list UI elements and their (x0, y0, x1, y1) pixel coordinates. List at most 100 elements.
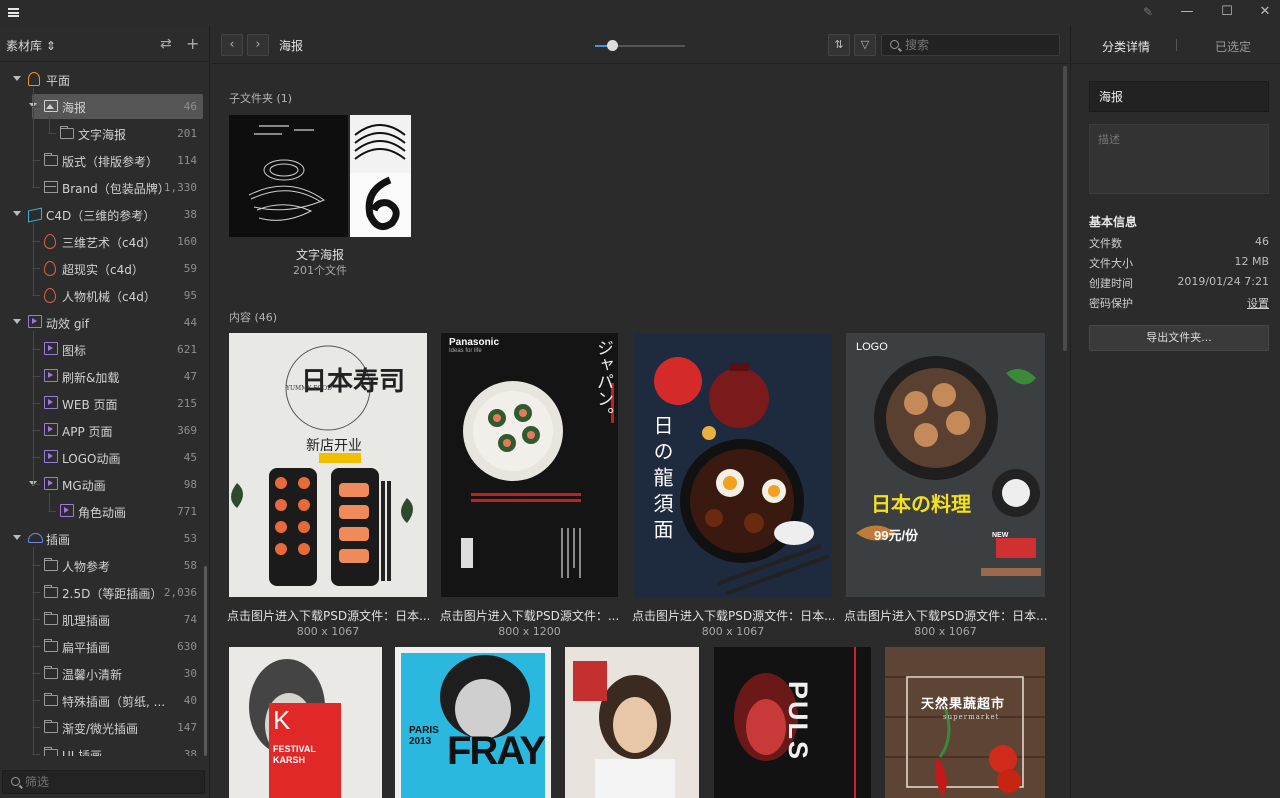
info-key: 创建时间 (1089, 277, 1133, 290)
brand-icon (44, 181, 58, 193)
close-icon[interactable]: ✕ (1255, 3, 1275, 21)
search-field[interactable] (881, 34, 1060, 56)
tree-item[interactable]: 渐变/微光插画 147 (0, 714, 210, 741)
cube-icon (28, 207, 42, 223)
asset-caption: 点击图片进入下载PSD源文件：日本... (227, 609, 429, 623)
tree-item[interactable]: 海报 46 (0, 93, 210, 120)
asset-thumb[interactable] (565, 647, 699, 798)
tree-guide-line (49, 115, 50, 133)
poster-t1: PARIS (409, 725, 439, 736)
poster-brand: Panasonic (449, 337, 500, 348)
tree-item-count: 2,036 (163, 586, 197, 599)
add-icon[interactable]: + (186, 35, 199, 53)
tree-guide-line (33, 331, 34, 484)
asset-thumb[interactable]: PARIS 2013 FRAY (395, 647, 551, 798)
info-key: 文件数 (1089, 237, 1122, 250)
info-row-created: 创建时间 2019/01/24 7:21 (1089, 275, 1269, 293)
tree-item[interactable]: 角色动画 771 (0, 498, 210, 525)
minimize-icon[interactable]: — (1177, 3, 1197, 21)
poster-t1: FESTIVAL (273, 744, 316, 754)
tab-folder-details[interactable]: 分类详情 (1102, 38, 1150, 55)
export-folder-button[interactable]: 导出文件夹... (1089, 325, 1269, 351)
tree-item[interactable]: Brand（包装品牌） 1,330 (0, 174, 210, 201)
zoom-slider-knob[interactable] (607, 40, 619, 51)
expand-arrow-icon[interactable] (13, 76, 21, 81)
filter-button[interactable]: ▽ (854, 34, 876, 56)
back-button[interactable]: ‹ (221, 34, 243, 56)
expand-arrow-icon[interactable] (13, 535, 21, 540)
tree-item[interactable]: 插画 53 (0, 525, 210, 552)
tree-item[interactable]: 文字海报 201 (0, 120, 210, 147)
tree-item[interactable]: 三维艺术（c4d） 160 (0, 228, 210, 255)
password-set-link[interactable]: 设置 (1247, 295, 1269, 311)
tree-item-label: 刷新&加载 (62, 371, 120, 385)
tree-item[interactable]: 动效 gif 44 (0, 309, 210, 336)
tab-selected[interactable]: 已选定 (1215, 38, 1251, 55)
tab-divider (1176, 39, 1177, 51)
search-input[interactable] (905, 38, 1055, 52)
play-icon (44, 423, 58, 436)
tree-item-count: 114 (177, 154, 197, 167)
tree-item[interactable]: APP 页面 369 (0, 417, 210, 444)
tree-item[interactable]: 特殊插画（剪纸, ... 40 (0, 687, 210, 714)
tree-guide-line (48, 511, 56, 512)
tree-item[interactable]: 人物机械（c4d） 95 (0, 282, 210, 309)
expand-arrow-icon[interactable] (13, 319, 21, 324)
library-switcher[interactable]: 素材库 ⇕ (6, 37, 56, 54)
folder-icon (44, 747, 58, 756)
tree-item-label: WEB 页面 (62, 398, 118, 412)
hamburger-icon[interactable] (8, 8, 19, 17)
tree-item[interactable]: 2.5D（等距插画） 2,036 (0, 579, 210, 606)
tree-item[interactable]: MG动画 98 (0, 471, 210, 498)
tree-item-count: 45 (183, 451, 197, 464)
poster-price: 99元/份 (874, 528, 919, 543)
play-icon (44, 450, 58, 463)
tree-item-count: 47 (183, 370, 197, 383)
tree-item[interactable]: 超现实（c4d） 59 (0, 255, 210, 282)
tree-item[interactable]: 人物参考 58 (0, 552, 210, 579)
pin-icon[interactable]: ✎ (1138, 3, 1158, 21)
tree-item-count: 369 (177, 424, 197, 437)
poster-sub: YUMMY FOOD (286, 385, 332, 392)
sidebar-scrollbar[interactable] (204, 566, 207, 756)
tree-guide-line (33, 88, 34, 187)
sync-icon[interactable]: ⇄ (160, 35, 172, 53)
info-row-file-size: 文件大小 12 MB (1089, 255, 1269, 273)
filter-input[interactable] (25, 775, 195, 789)
tree-item-label: 渐变/微光插画 (62, 722, 139, 736)
tree-item[interactable]: 刷新&加载 47 (0, 363, 210, 390)
tree-item[interactable]: 扁平插画 630 (0, 633, 210, 660)
folder-name-field[interactable] (1089, 81, 1269, 112)
zoom-slider[interactable] (595, 40, 685, 51)
maximize-icon[interactable]: ☐ (1217, 3, 1237, 21)
tree-item[interactable]: 温馨小清新 30 (0, 660, 210, 687)
asset-thumb[interactable]: K FESTIVAL KARSH (229, 647, 382, 798)
tree-item[interactable]: 平面 (0, 66, 210, 93)
tree-item[interactable]: 肌理插画 74 (0, 606, 210, 633)
tree-item-label: C4D（三维的参考） (46, 209, 156, 223)
tree-item[interactable]: UI 插画 38 (0, 741, 210, 756)
tree-item[interactable]: 图标 621 (0, 336, 210, 363)
asset-dims: 800 x 1067 (914, 625, 977, 638)
cloud-icon (28, 533, 43, 543)
description-field[interactable] (1089, 124, 1269, 194)
filter-field[interactable] (2, 770, 205, 794)
asset-thumb[interactable]: PULS (714, 647, 871, 798)
folder-icon (44, 585, 58, 598)
tree-item[interactable]: LOGO动画 45 (0, 444, 210, 471)
main-scrollbar[interactable] (1063, 66, 1067, 351)
asset-dims: 800 x 1067 (296, 625, 360, 638)
asset-thumb[interactable]: 天然果蔬超市 supermarket (885, 647, 1045, 798)
tree-item[interactable]: 版式（排版参考） 114 (0, 147, 210, 174)
tree-item-label: 人物机械（c4d） (62, 290, 156, 304)
play-icon (44, 369, 58, 382)
tree-guide-line (32, 187, 40, 188)
forward-button[interactable]: › (247, 34, 269, 56)
tree-item[interactable]: C4D（三维的参考） 38 (0, 201, 210, 228)
tree-item[interactable]: WEB 页面 215 (0, 390, 210, 417)
expand-arrow-icon[interactable] (13, 211, 21, 216)
sort-button[interactable]: ⇅ (828, 34, 850, 56)
info-key: 文件大小 (1089, 257, 1133, 270)
tree-item-count: 215 (177, 397, 197, 410)
subfolder-section-title: 子文件夹 (1) (229, 92, 293, 105)
